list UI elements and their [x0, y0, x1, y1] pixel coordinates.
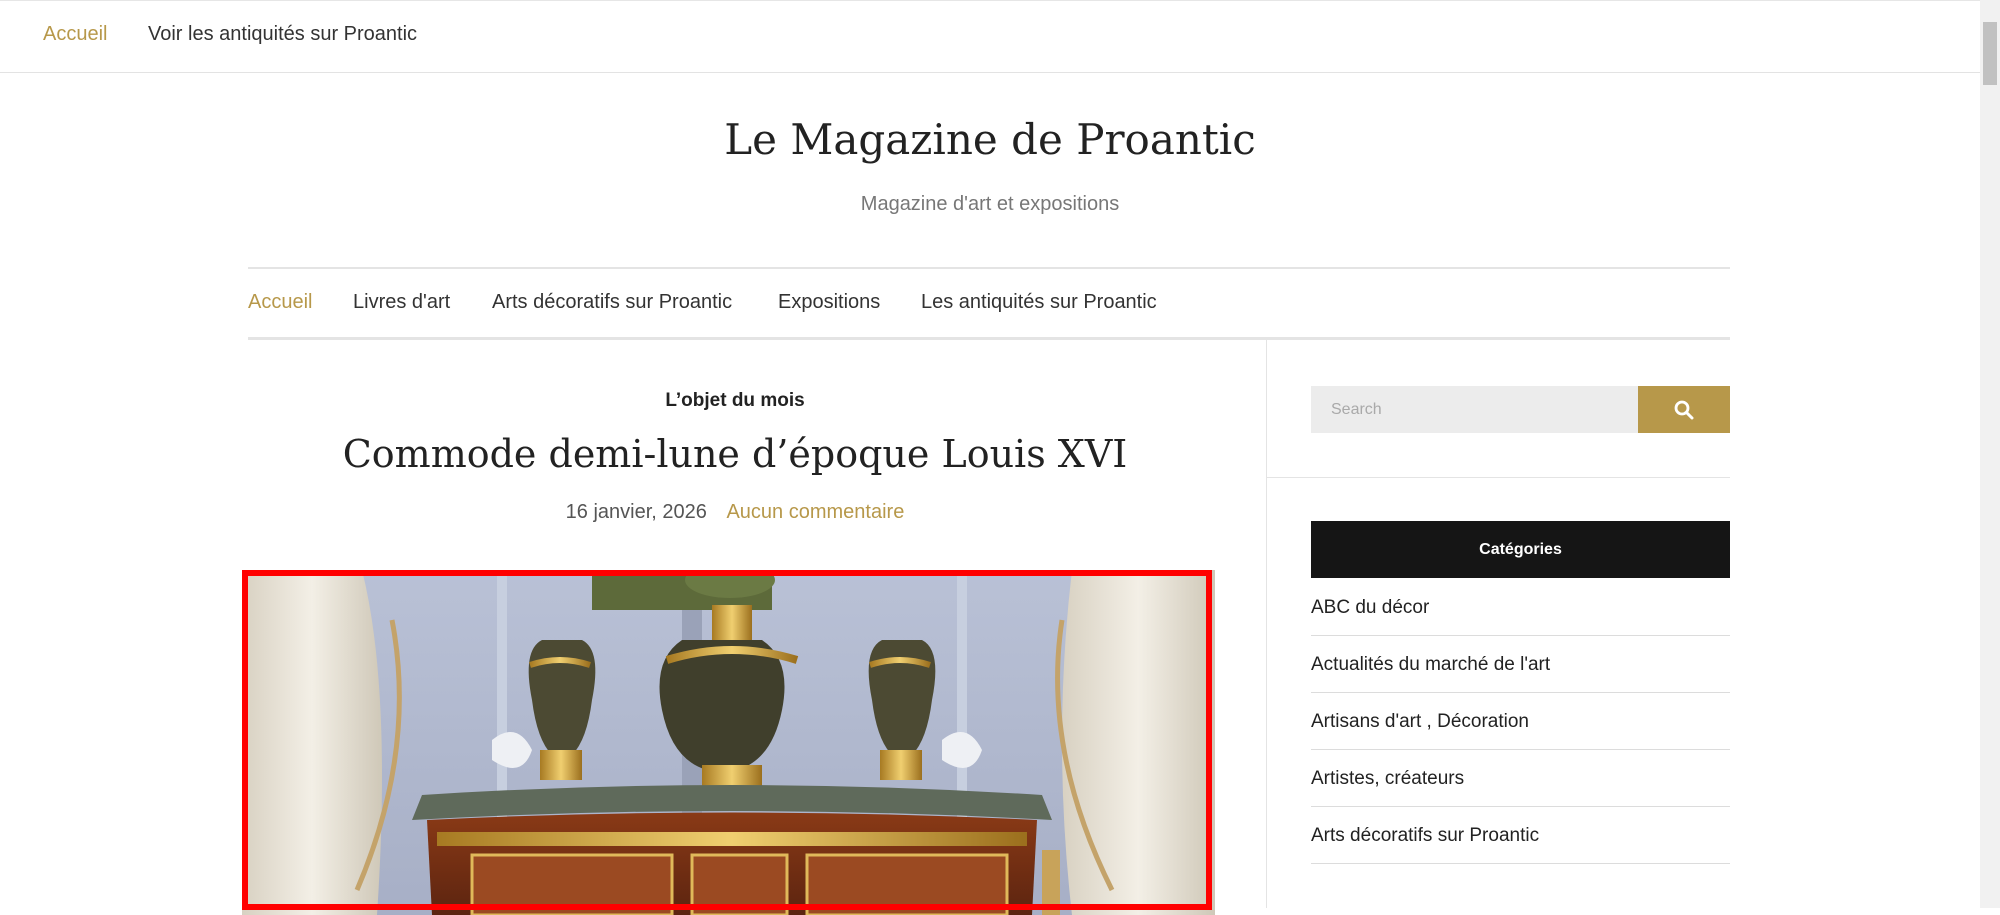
category-item-abc-du-decor[interactable]: ABC du décor	[1311, 579, 1730, 636]
sidebar-separator	[1267, 477, 1730, 478]
site-description: Magazine d'art et expositions	[860, 193, 1120, 215]
nav-item-expositions[interactable]: Expositions	[778, 291, 880, 314]
scrollbar[interactable]	[1980, 0, 2000, 908]
search-button[interactable]	[1638, 386, 1730, 433]
post-content: L’objet du mois Commode demi-lune d’époq…	[242, 340, 1268, 915]
scrollbar-thumb[interactable]	[1983, 22, 1997, 85]
post-title[interactable]: Commode demi-lune d’époque Louis XVI	[248, 432, 1222, 476]
category-item-actualites[interactable]: Actualités du marché de l'art	[1311, 636, 1730, 693]
categories-header: Catégories	[1311, 521, 1730, 578]
top-link-antiquites[interactable]: Voir les antiquités sur Proantic	[148, 23, 417, 46]
top-link-accueil[interactable]: Accueil	[43, 23, 107, 46]
nav-item-arts-decoratifs[interactable]: Arts décoratifs sur Proantic	[492, 291, 732, 314]
categories-list: ABC du décor Actualités du marché de l'a…	[1311, 579, 1730, 864]
post-date: 16 janvier, 2026	[565, 501, 707, 523]
featured-image[interactable]	[242, 570, 1215, 915]
nav-item-antiquites[interactable]: Les antiquités sur Proantic	[921, 291, 1157, 314]
search-icon	[1674, 400, 1694, 419]
post-comments-link[interactable]: Aucun commentaire	[726, 501, 904, 523]
post-meta: 16 janvier, 2026 Aucun commentaire	[248, 501, 1222, 524]
post-category[interactable]: L’objet du mois	[248, 390, 1222, 412]
top-bar: Accueil Voir les antiquités sur Proantic	[0, 0, 1980, 73]
search-input[interactable]	[1311, 386, 1638, 433]
sidebar: Catégories ABC du décor Actualités du ma…	[1267, 340, 1730, 908]
nav-item-livres[interactable]: Livres d'art	[353, 291, 450, 314]
site-title[interactable]: Le Magazine de Proantic	[0, 115, 1980, 164]
category-item-artisans[interactable]: Artisans d'art , Décoration	[1311, 693, 1730, 750]
category-item-artistes[interactable]: Artistes, créateurs	[1311, 750, 1730, 807]
nav-item-accueil[interactable]: Accueil	[248, 291, 312, 314]
category-item-arts-decoratifs[interactable]: Arts décoratifs sur Proantic	[1311, 807, 1730, 864]
main-navigation: Accueil Livres d'art Arts décoratifs sur…	[248, 267, 1730, 340]
